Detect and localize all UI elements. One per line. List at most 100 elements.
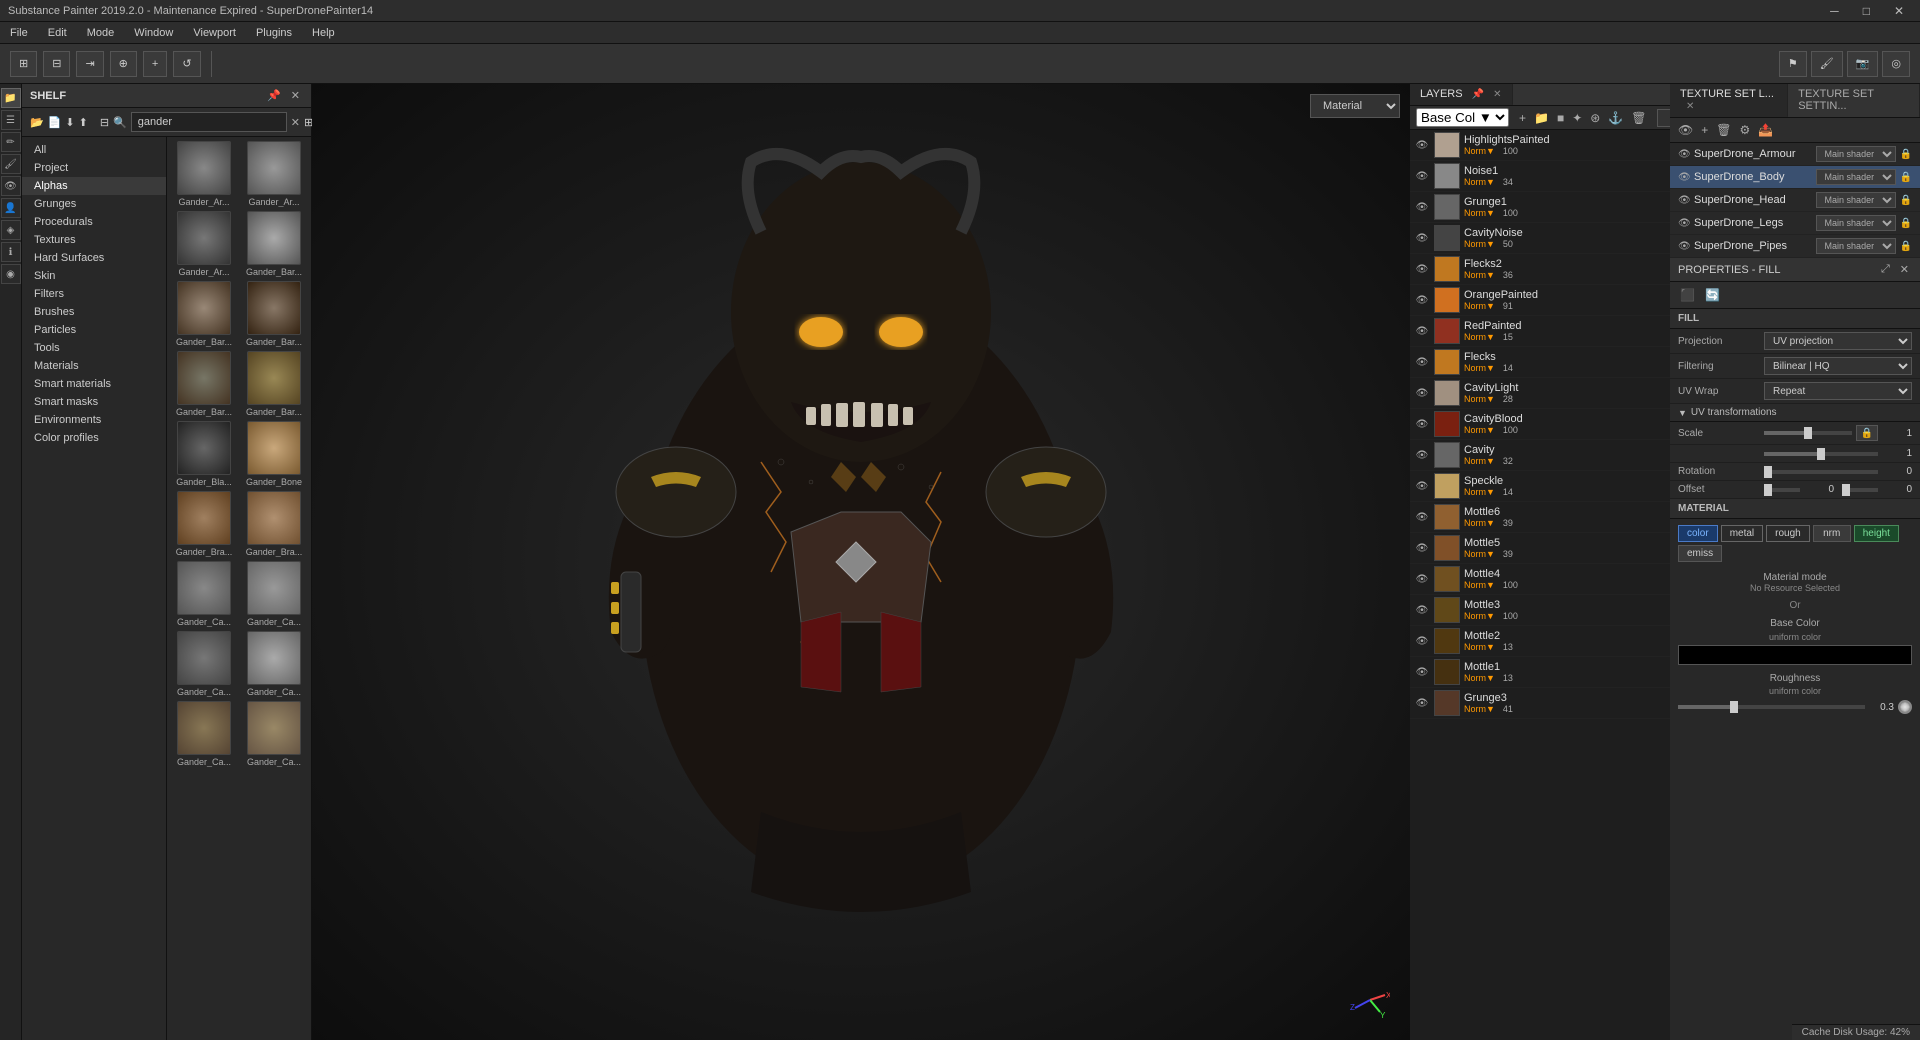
layers-tab-pin[interactable]: 📌	[1472, 89, 1484, 100]
shelf-item[interactable]: Gander_Ca...	[241, 631, 307, 697]
toolbar-flag-btn[interactable]: ⚑	[1779, 51, 1807, 77]
shelf-search-icon[interactable]: 🔍	[113, 116, 127, 129]
mat-tab-emiss[interactable]: emiss	[1678, 545, 1722, 562]
toolbar-grid-btn[interactable]: ⊞	[10, 51, 37, 77]
tab-texture-set-list[interactable]: TEXTURE SET L... ✕	[1670, 84, 1788, 117]
category-grunges[interactable]: Grunges	[22, 195, 166, 213]
menu-edit[interactable]: Edit	[38, 25, 77, 41]
shelf-item[interactable]: Gander_Ca...	[171, 701, 237, 767]
mat-tab-color[interactable]: color	[1678, 525, 1718, 542]
category-particles[interactable]: Particles	[22, 321, 166, 339]
layer-item-cavitylight[interactable]: 👁 CavityLight Norm▼ 28	[1410, 378, 1670, 409]
shelf-filter-icon[interactable]: ⊟	[100, 116, 109, 129]
layer-item-cavitynoise[interactable]: 👁 CavityNoise Norm▼ 50	[1410, 223, 1670, 254]
uv-transforms-header[interactable]: ▼ UV transformations	[1670, 404, 1920, 422]
layer-item-grunge1[interactable]: 👁 Grunge1 Norm▼ 100	[1410, 192, 1670, 223]
layer-item-mottle4[interactable]: 👁 Mottle4 Norm▼ 100	[1410, 564, 1670, 595]
layer-item-highlightspainted[interactable]: 👁 HighlightsPainted Norm▼ 100	[1410, 130, 1670, 161]
layer-visibility-btn[interactable]: 👁	[1414, 540, 1430, 556]
shelf-new-icon[interactable]: 📄	[48, 116, 62, 129]
toolbar-add-btn[interactable]: +	[143, 51, 167, 77]
layer-item-mottle5[interactable]: 👁 Mottle5 Norm▼ 39	[1410, 533, 1670, 564]
layer-visibility-btn[interactable]: 👁	[1414, 509, 1430, 525]
offset-slider-x[interactable]	[1764, 488, 1800, 492]
ts-delete-btn[interactable]: 🗑	[1714, 121, 1733, 139]
iconbar-paint-btn[interactable]: 🖌	[1, 154, 21, 174]
shelf-search-input[interactable]	[131, 112, 287, 132]
toolbar-grid2-btn[interactable]: ⊟	[43, 51, 70, 77]
layer-item-mottle3[interactable]: 👁 Mottle3 Norm▼ 100	[1410, 595, 1670, 626]
shelf-item[interactable]: Gander_Ar...	[171, 141, 237, 207]
iconbar-layers-btn[interactable]: ☰	[1, 110, 21, 130]
shelf-import-icon[interactable]: ⬇	[65, 116, 74, 129]
props-maximize-btn[interactable]: ⤢	[1878, 262, 1893, 277]
category-alphas[interactable]: Alphas	[22, 177, 166, 195]
ts-shader-select[interactable]: Main shader	[1816, 238, 1896, 254]
layers-add-btn[interactable]: +	[1517, 109, 1528, 127]
shelf-item[interactable]: Gander_Ca...	[171, 631, 237, 697]
iconbar-folder-btn[interactable]: 📁	[1, 88, 21, 108]
layer-item-mottle6[interactable]: 👁 Mottle6 Norm▼ 39	[1410, 502, 1670, 533]
layer-visibility-btn[interactable]: 👁	[1414, 354, 1430, 370]
toolbar-undo-btn[interactable]: ↺	[173, 51, 200, 77]
tab-texture-set-settings[interactable]: TEXTURE SET SETTIN...	[1788, 84, 1920, 117]
layer-visibility-btn[interactable]: 👁	[1414, 478, 1430, 494]
ts-shader-select[interactable]: Main shader	[1816, 192, 1896, 208]
minimize-button[interactable]: ─	[1822, 2, 1847, 20]
layers-fill-btn[interactable]: ■	[1555, 109, 1566, 127]
layer-visibility-btn[interactable]: 👁	[1414, 602, 1430, 618]
category-hard-surfaces[interactable]: Hard Surfaces	[22, 249, 166, 267]
iconbar-eye-btn[interactable]: 👁	[1, 176, 21, 196]
layer-item-mottle1[interactable]: 👁 Mottle1 Norm▼ 13	[1410, 657, 1670, 688]
layer-item-orangepainted[interactable]: 👁 OrangePainted Norm▼ 91	[1410, 285, 1670, 316]
layer-visibility-btn[interactable]: 👁	[1414, 664, 1430, 680]
shelf-item[interactable]: Gander_Bar...	[171, 281, 237, 347]
offset-slider-y[interactable]	[1842, 488, 1878, 492]
category-procedurals[interactable]: Procedurals	[22, 213, 166, 231]
texture-set-item-head[interactable]: 👁 SuperDrone_Head Main shader 🔒	[1670, 189, 1920, 212]
viewport[interactable]: Material X Y Z	[312, 84, 1410, 1040]
shelf-item[interactable]: Gander_Ca...	[241, 701, 307, 767]
layer-visibility-btn[interactable]: 👁	[1414, 168, 1430, 184]
toolbar-camera-btn[interactable]: 📷	[1847, 51, 1879, 77]
maximize-button[interactable]: □	[1855, 2, 1878, 20]
shelf-item[interactable]: Gander_Bar...	[241, 281, 307, 347]
mat-tab-rough[interactable]: rough	[1766, 525, 1810, 542]
category-materials[interactable]: Materials	[22, 357, 166, 375]
fill-icon-btn1[interactable]: ⬛	[1678, 286, 1697, 304]
menu-window[interactable]: Window	[124, 25, 183, 41]
scale-slider2[interactable]	[1764, 452, 1878, 456]
shelf-pin-btn[interactable]: 📌	[264, 88, 284, 103]
layer-visibility-btn[interactable]: 👁	[1414, 447, 1430, 463]
category-environments[interactable]: Environments	[22, 411, 166, 429]
shelf-item[interactable]: Gander_Bone	[241, 421, 307, 487]
layer-visibility-btn[interactable]: 👁	[1414, 230, 1430, 246]
uv-wrap-select[interactable]: Repeat	[1764, 382, 1912, 400]
shelf-item[interactable]: Gander_Bla...	[171, 421, 237, 487]
shelf-item[interactable]: Gander_Ar...	[171, 211, 237, 277]
texture-set-item-body[interactable]: 👁 SuperDrone_Body Main shader 🔒	[1670, 166, 1920, 189]
texture-set-item-pipes[interactable]: 👁 SuperDrone_Pipes Main shader 🔒	[1670, 235, 1920, 258]
menu-viewport[interactable]: Viewport	[183, 25, 246, 41]
roughness-slider[interactable]	[1678, 705, 1865, 709]
layer-visibility-btn[interactable]: 👁	[1414, 385, 1430, 401]
category-smart-masks[interactable]: Smart masks	[22, 393, 166, 411]
menu-help[interactable]: Help	[302, 25, 345, 41]
filtering-select[interactable]: Bilinear | HQ	[1764, 357, 1912, 375]
shelf-item[interactable]: Gander_Ca...	[241, 561, 307, 627]
layer-item-speckle[interactable]: 👁 Speckle Norm▼ 14	[1410, 471, 1670, 502]
iconbar-sphere-btn[interactable]: ◉	[1, 264, 21, 284]
shelf-item[interactable]: Gander_Bra...	[241, 491, 307, 557]
ts-export-btn[interactable]: 📤	[1756, 121, 1775, 139]
category-skin[interactable]: Skin	[22, 267, 166, 285]
toolbar-frames-btn[interactable]: ⇥	[76, 51, 103, 77]
fill-icon-btn2[interactable]: 🔄	[1703, 286, 1722, 304]
shelf-item[interactable]: Gander_Ar...	[241, 141, 307, 207]
ts-settings-btn[interactable]: ⚙	[1737, 121, 1752, 139]
layer-item-noise1[interactable]: 👁 Noise1 Norm▼ 34	[1410, 161, 1670, 192]
texture-set-pin[interactable]: ✕	[1686, 101, 1694, 112]
ts-shader-select[interactable]: Main shader	[1816, 215, 1896, 231]
layer-visibility-btn[interactable]: 👁	[1414, 323, 1430, 339]
ts-add-btn[interactable]: +	[1699, 121, 1710, 139]
menu-plugins[interactable]: Plugins	[246, 25, 302, 41]
